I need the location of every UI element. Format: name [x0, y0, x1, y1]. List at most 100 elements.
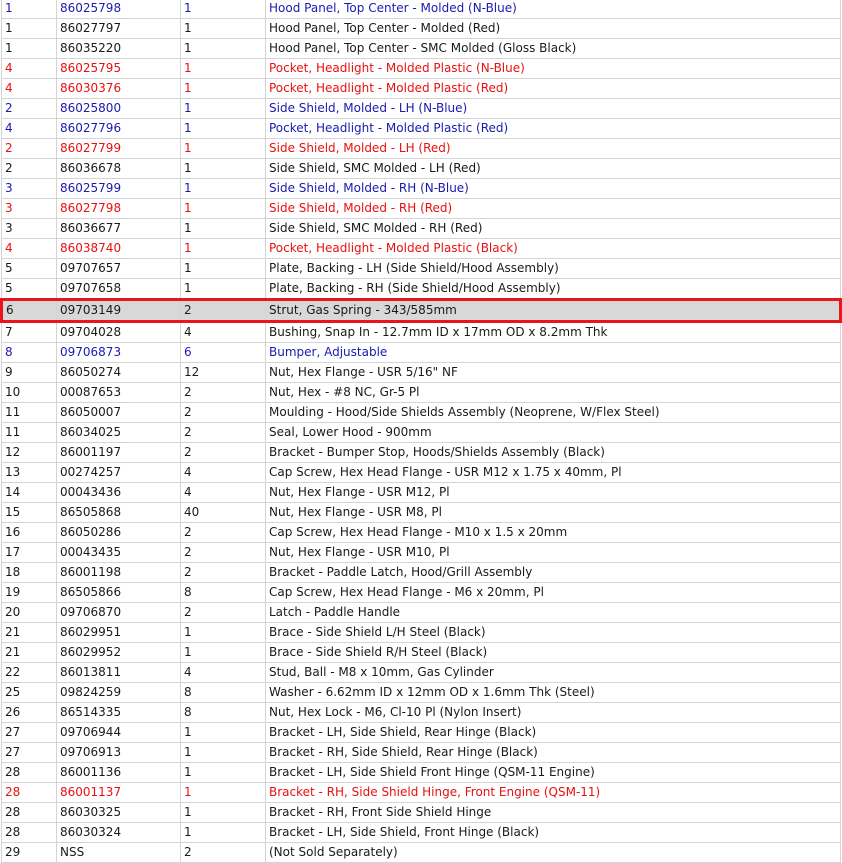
parts-table: 1 86025798 1 Hood Panel, Top Center - Molde… [0, 0, 842, 863]
quantity-cell: 4 [180, 321, 266, 343]
table-row[interactable]: 11 86050007 2 Moulding - Hood/Side Shields … [1, 402, 841, 423]
part-number-cell: 09706873 [56, 342, 181, 363]
quantity-cell: 2 [180, 562, 266, 583]
table-row[interactable]: 21 86029952 1 Brace - Side Shield R/H Steel… [1, 642, 841, 663]
part-number-cell: 86505868 [56, 502, 181, 523]
table-row[interactable]: 1 86025798 1 Hood Panel, Top Center - Molde… [1, 0, 841, 19]
part-number-cell: 86027798 [56, 198, 181, 219]
description-cell: Nut, Hex Lock - M6, Cl-10 Pl (Nylon Inse… [265, 702, 841, 723]
part-number-cell: 86030376 [56, 78, 181, 99]
table-row[interactable]: 20 09706870 2 Latch - Paddle Handle [1, 602, 841, 623]
quantity-cell: 1 [180, 622, 266, 643]
part-number-cell: 86001198 [56, 562, 181, 583]
part-number-cell: 86001197 [56, 442, 181, 463]
ref-cell: 7 [1, 321, 57, 343]
quantity-cell: 4 [180, 482, 266, 503]
part-number-cell: 86035220 [56, 38, 181, 59]
part-number-cell: 86029952 [56, 642, 181, 663]
table-row[interactable]: 15 86505868 40 Nut, Hex Flange - USR M8, Pl [1, 502, 841, 523]
table-row[interactable]: 3 86027798 1 Side Shield, Molded - RH (Red) [1, 198, 841, 219]
part-number-cell: 86030324 [56, 822, 181, 843]
ref-cell: 28 [1, 802, 57, 823]
table-row[interactable]: 16 86050286 2 Cap Screw, Hex Head Flange - … [1, 522, 841, 543]
table-row[interactable]: 7 09704028 4 Bushing, Snap In - 12.7mm ID x… [1, 321, 841, 343]
table-row[interactable]: 2 86036678 1 Side Shield, SMC Molded - LH (… [1, 158, 841, 179]
table-row[interactable]: 21 86029951 1 Brace - Side Shield L/H Steel… [1, 622, 841, 643]
table-row[interactable]: 25 09824259 8 Washer - 6.62mm ID x 12mm OD … [1, 682, 841, 703]
description-cell: Seal, Lower Hood - 900mm [265, 422, 841, 443]
table-row[interactable]: 11 86034025 2 Seal, Lower Hood - 900mm [1, 422, 841, 443]
table-row[interactable]: 28 86030324 1 Bracket - LH, Side Shield, Fr… [1, 822, 841, 843]
table-row[interactable]: 4 86027796 1 Pocket, Headlight - Molded Pla… [1, 118, 841, 139]
table-row[interactable]: 5 09707658 1 Plate, Backing - RH (Side Shie… [1, 278, 841, 300]
ref-cell: 4 [1, 118, 57, 139]
table-row[interactable]: 19 86505866 8 Cap Screw, Hex Head Flange - … [1, 582, 841, 603]
quantity-cell: 2 [180, 298, 266, 323]
ref-cell: 22 [1, 662, 57, 683]
table-row[interactable]: 27 09706944 1 Bracket - LH, Side Shield, Re… [1, 722, 841, 743]
table-row[interactable]: 4 86038740 1 Pocket, Headlight - Molded Pla… [1, 238, 841, 259]
part-number-cell: 86025795 [56, 58, 181, 79]
description-cell: Moulding - Hood/Side Shields Assembly (N… [265, 402, 841, 423]
part-number-cell: 86029951 [56, 622, 181, 643]
table-row[interactable]: 4 86030376 1 Pocket, Headlight - Molded Pla… [1, 78, 841, 99]
description-cell: Cap Screw, Hex Head Flange - M6 x 20mm, … [265, 582, 841, 603]
part-number-cell: 86050274 [56, 362, 181, 383]
ref-cell: 16 [1, 522, 57, 543]
part-number-cell: 86001136 [56, 762, 181, 783]
ref-cell: 19 [1, 582, 57, 603]
part-number-cell: 86505866 [56, 582, 181, 603]
quantity-cell: 8 [180, 682, 266, 703]
quantity-cell: 1 [180, 642, 266, 663]
table-row[interactable]: 9 86050274 12 Nut, Hex Flange - USR 5/16" N… [1, 362, 841, 383]
table-row[interactable]: 29 NSS 2 (Not Sold Separately) [1, 842, 841, 863]
description-cell: Side Shield, Molded - LH (N-Blue) [265, 98, 841, 119]
ref-cell: 3 [1, 198, 57, 219]
ref-cell: 4 [1, 238, 57, 259]
table-row[interactable]: 1 86027797 1 Hood Panel, Top Center - Molde… [1, 18, 841, 39]
part-number-cell: 00087653 [56, 382, 181, 403]
table-row[interactable]: 5 09707657 1 Plate, Backing - LH (Side Shie… [1, 258, 841, 279]
ref-cell: 28 [1, 762, 57, 783]
part-number-cell: 09703149 [56, 298, 181, 323]
part-number-cell: 86038740 [56, 238, 181, 259]
part-number-cell: 86030325 [56, 802, 181, 823]
table-row[interactable]: 28 86030325 1 Bracket - RH, Front Side Shie… [1, 802, 841, 823]
table-row[interactable]: 10 00087653 2 Nut, Hex - #8 NC, Gr-5 Pl [1, 382, 841, 403]
part-number-cell: 86013811 [56, 662, 181, 683]
table-row[interactable]: 14 00043436 4 Nut, Hex Flange - USR M12, Pl [1, 482, 841, 503]
quantity-cell: 1 [180, 58, 266, 79]
description-cell: Bracket - Bumper Stop, Hoods/Shields Ass… [265, 442, 841, 463]
table-row[interactable]: 4 86025795 1 Pocket, Headlight - Molded Pla… [1, 58, 841, 79]
table-row[interactable]: 3 86025799 1 Side Shield, Molded - RH (N-Bl… [1, 178, 841, 199]
table-row[interactable]: 2 86027799 1 Side Shield, Molded - LH (Red) [1, 138, 841, 159]
table-row[interactable]: 13 00274257 4 Cap Screw, Hex Head Flange - … [1, 462, 841, 483]
table-row[interactable]: 1 86035220 1 Hood Panel, Top Center - SMC M… [1, 38, 841, 59]
ref-cell: 4 [1, 78, 57, 99]
table-row[interactable]: 28 86001137 1 Bracket - RH, Side Shield Hin… [1, 782, 841, 803]
table-row[interactable]: 27 09706913 1 Bracket - RH, Side Shield, Re… [1, 742, 841, 763]
table-row[interactable]: 18 86001198 2 Bracket - Paddle Latch, Hood/… [1, 562, 841, 583]
part-number-cell: 09706870 [56, 602, 181, 623]
description-cell: Cap Screw, Hex Head Flange - M10 x 1.5 x… [265, 522, 841, 543]
description-cell: Bracket - Paddle Latch, Hood/Grill Assem… [265, 562, 841, 583]
part-number-cell: NSS [56, 842, 181, 863]
table-row-selected[interactable]: 6 09703149 2 Strut, Gas Spring - 343/585mm [0, 298, 842, 323]
part-number-cell: 86025798 [56, 0, 181, 19]
description-cell: Side Shield, Molded - LH (Red) [265, 138, 841, 159]
ref-cell: 14 [1, 482, 57, 503]
part-number-cell: 86036678 [56, 158, 181, 179]
table-row[interactable]: 12 86001197 2 Bracket - Bumper Stop, Hoods/… [1, 442, 841, 463]
quantity-cell: 1 [180, 198, 266, 219]
description-cell: Side Shield, Molded - RH (N-Blue) [265, 178, 841, 199]
table-row[interactable]: 8 09706873 6 Bumper, Adjustable [1, 342, 841, 363]
description-cell: Pocket, Headlight - Molded Plastic (Red) [265, 118, 841, 139]
table-row[interactable]: 22 86013811 4 Stud, Ball - M8 x 10mm, Gas C… [1, 662, 841, 683]
table-row[interactable]: 17 00043435 2 Nut, Hex Flange - USR M10, Pl [1, 542, 841, 563]
table-row[interactable]: 3 86036677 1 Side Shield, SMC Molded - RH (… [1, 218, 841, 239]
part-number-cell: 09706944 [56, 722, 181, 743]
table-row[interactable]: 26 86514335 8 Nut, Hex Lock - M6, Cl-10 Pl … [1, 702, 841, 723]
parts-table-body: 1 86025798 1 Hood Panel, Top Center - Molde… [0, 0, 842, 863]
table-row[interactable]: 2 86025800 1 Side Shield, Molded - LH (N-Bl… [1, 98, 841, 119]
table-row[interactable]: 28 86001136 1 Bracket - LH, Side Shield Fro… [1, 762, 841, 783]
